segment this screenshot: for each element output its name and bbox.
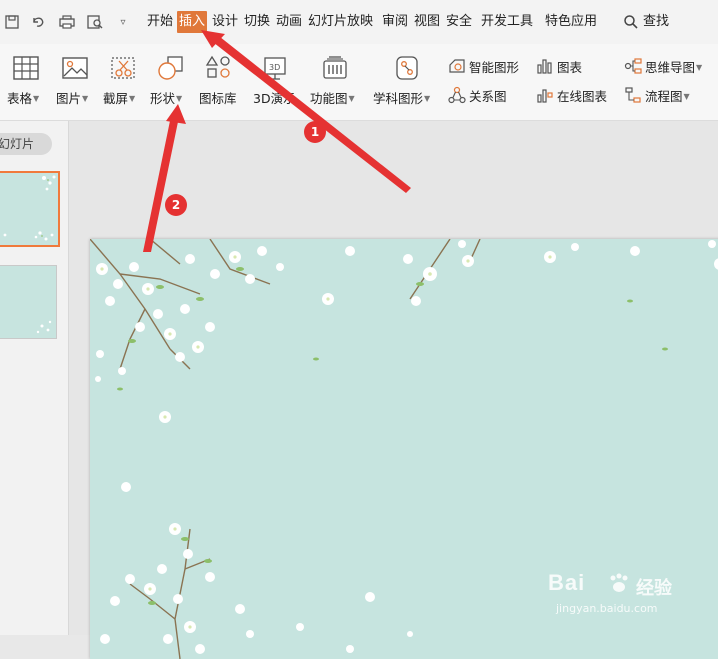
function-chart-button[interactable]: 功能图▼ [308, 44, 366, 120]
step-badge-1: 1 [304, 121, 326, 143]
chevron-down-icon: ▼ [696, 62, 703, 72]
chart-button[interactable]: 图表 [536, 56, 582, 76]
slide-thumbnail-1-art [3, 175, 56, 241]
tab-slideshow[interactable]: 幻灯片放映 [308, 11, 373, 33]
watermark-url: jingyan.baidu.com [556, 602, 658, 615]
picture-label: 图片 [56, 91, 82, 106]
icon-library-button[interactable]: 图标库 [196, 44, 244, 120]
tab-featured-apps[interactable]: 特色应用 [545, 11, 597, 33]
tab-security[interactable]: 安全 [446, 11, 472, 33]
shapes-button[interactable]: 形状▼ [148, 44, 194, 120]
tab-transition[interactable]: 切换 [244, 11, 270, 33]
watermark-brand: Bai [548, 570, 586, 595]
slide-thumbnail-2[interactable] [0, 265, 57, 339]
flowchart-icon [624, 86, 642, 104]
online-chart-icon [536, 86, 554, 104]
slides-tab[interactable]: 幻灯片 [0, 133, 52, 155]
mind-map-button[interactable]: 思维导图▼ [624, 56, 702, 76]
slide-thumbnail-1[interactable] [0, 171, 60, 247]
print-preview-icon[interactable] [86, 13, 104, 31]
customize-dropdown-icon[interactable]: ▿ [114, 13, 132, 31]
shapes-label: 形状 [150, 91, 176, 106]
print-icon[interactable] [58, 13, 76, 31]
picture-icon [60, 54, 90, 82]
3d-demo-label: 3D演示 [253, 91, 296, 106]
subject-graphics-label: 学科图形 [373, 91, 424, 106]
tab-view[interactable]: 视图 [414, 11, 440, 33]
tab-review[interactable]: 审阅 [382, 11, 408, 33]
subject-graphics-button[interactable]: 学科图形▼ [372, 44, 442, 120]
table-button[interactable]: 表格▼ [0, 44, 48, 120]
subject-graphics-icon [392, 54, 422, 82]
chevron-down-icon: ▼ [424, 94, 431, 103]
chevron-down-icon: ▼ [82, 94, 89, 103]
undo-icon[interactable] [30, 13, 48, 31]
baidu-jingyan-watermark: Bai 经验 jingyan.baidu.com [548, 570, 718, 630]
flowchart-label: 流程图 [645, 88, 683, 104]
paw-logo-icon [606, 572, 632, 600]
step-badge-2: 2 [165, 194, 187, 216]
smart-art-icon [448, 57, 466, 75]
table-label: 表格 [7, 91, 33, 106]
picture-button[interactable]: 图片▼ [52, 44, 98, 120]
3d-demo-button[interactable]: 3D 3D演示 [250, 44, 302, 120]
online-chart-button[interactable]: 在线图表 [536, 85, 607, 105]
screenshot-button[interactable]: 截屏▼ [100, 44, 146, 120]
tab-design[interactable]: 设计 [212, 11, 238, 33]
icon-library-label: 图标库 [199, 91, 237, 106]
relation-chart-button[interactable]: 关系图 [448, 85, 507, 105]
icon-library-icon [204, 54, 234, 82]
flowchart-button[interactable]: 流程图▼ [624, 85, 690, 105]
function-chart-icon [320, 54, 350, 82]
smart-art-label: 智能图形 [469, 59, 520, 75]
svg-text:3D: 3D [269, 63, 280, 72]
chevron-down-icon: ▼ [33, 94, 40, 103]
mind-map-label: 思维导图 [645, 59, 696, 75]
screenshot-label: 截屏 [103, 91, 129, 106]
tab-insert[interactable]: 插入 [177, 11, 208, 33]
shapes-icon [156, 54, 186, 82]
save-icon[interactable] [3, 13, 21, 31]
tab-home[interactable]: 开始 [147, 11, 173, 33]
chevron-down-icon: ▼ [683, 91, 690, 101]
slides-tab-label: 幻灯片 [0, 137, 35, 151]
online-chart-label: 在线图表 [557, 88, 608, 104]
chart-label: 图表 [557, 59, 583, 75]
slide-thumbnail-2-art [36, 320, 52, 334]
chevron-down-icon: ▼ [129, 94, 136, 103]
tab-animation[interactable]: 动画 [276, 11, 302, 33]
function-chart-label: 功能图 [310, 91, 348, 106]
chevron-down-icon: ▼ [176, 94, 183, 103]
ribbon-toolbar: 表格▼ 图片▼ 截屏▼ 形状▼ 图标库 3D 3D演示 功能图▼ 学科图形▼ 智… [0, 44, 718, 121]
chevron-down-icon: ▼ [348, 94, 355, 103]
tab-developer-tools[interactable]: 开发工具 [481, 11, 533, 33]
chart-icon [536, 57, 554, 75]
search-label: 查找 [643, 14, 670, 29]
search-icon [623, 14, 639, 30]
search-button[interactable]: 查找 [623, 11, 669, 33]
watermark-jingyan: 经验 [636, 578, 672, 599]
relation-chart-icon [448, 86, 466, 104]
relation-chart-label: 关系图 [469, 88, 507, 104]
screenshot-icon [108, 54, 138, 82]
mind-map-icon [624, 57, 642, 75]
table-icon [11, 54, 41, 82]
smart-art-button[interactable]: 智能图形 [448, 56, 519, 76]
menu-bar: ▿ 开始 插入 设计 切换 动画 幻灯片放映 审阅 视图 安全 开发工具 特色应… [0, 0, 718, 44]
slide-thumbnail-panel: 幻灯片 [0, 121, 69, 635]
3d-demo-icon: 3D [260, 54, 290, 82]
